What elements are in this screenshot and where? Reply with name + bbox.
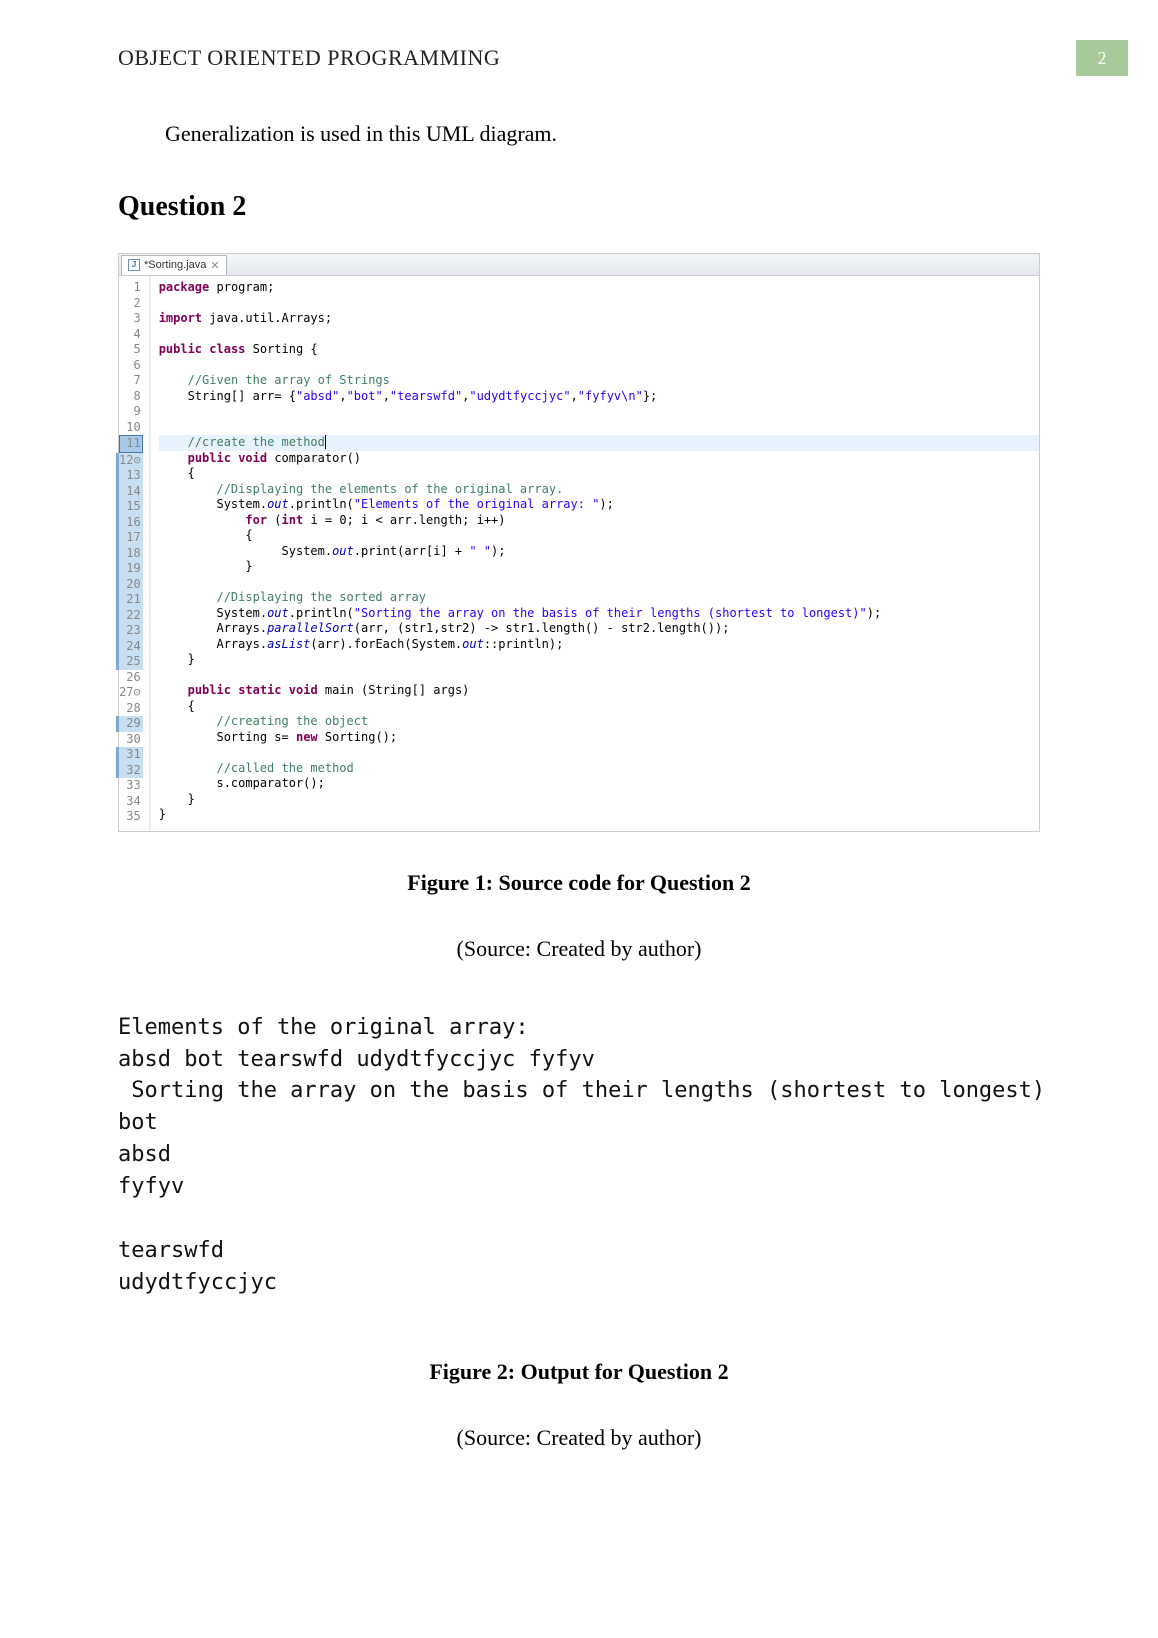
code-line: } xyxy=(159,807,1039,823)
line-number: 32 xyxy=(116,763,143,779)
line-number: 17 xyxy=(116,530,143,546)
code-line: { xyxy=(159,699,1039,715)
line-number: 3 xyxy=(119,311,143,327)
line-number: 22 xyxy=(116,608,143,624)
code-line: } xyxy=(159,792,1039,808)
code-line: String[] arr= {"absd","bot","tearswfd","… xyxy=(159,389,1039,405)
code-line xyxy=(159,420,1039,436)
line-number: 19 xyxy=(116,561,143,577)
code-line: Sorting s= new Sorting(); xyxy=(159,730,1039,746)
code-line: package program; xyxy=(159,280,1039,296)
code-line: System.out.println("Elements of the orig… xyxy=(159,497,1039,513)
code-line: public class Sorting { xyxy=(159,342,1039,358)
code-line: Arrays.asList(arr).forEach(System.out::p… xyxy=(159,637,1039,653)
code-line: //Given the array of Strings xyxy=(159,373,1039,389)
code-line xyxy=(159,358,1039,374)
line-number: 25 xyxy=(116,654,143,670)
header-title: OBJECT ORIENTED PROGRAMMING xyxy=(118,45,500,71)
line-number: 5 xyxy=(119,342,143,358)
code-line: //Displaying the sorted array xyxy=(159,590,1039,606)
line-number: 4 xyxy=(119,327,143,343)
code-area: 123456789101112⊝131415161718192021222324… xyxy=(119,276,1039,831)
code-line: public static void main (String[] args) xyxy=(159,683,1039,699)
code-line xyxy=(159,296,1039,312)
line-number: 14 xyxy=(116,484,143,500)
line-number: 35 xyxy=(119,809,143,825)
line-number: 21 xyxy=(116,592,143,608)
editor-tab-bar: J *Sorting.java ✕ xyxy=(119,254,1039,276)
body-paragraph: Generalization is used in this UML diagr… xyxy=(165,116,1040,151)
code-line: //Displaying the elements of the origina… xyxy=(159,482,1039,498)
code-line: s.comparator(); xyxy=(159,776,1039,792)
line-number: 13 xyxy=(116,468,143,484)
line-number: 33 xyxy=(119,778,143,794)
line-number: 12⊝ xyxy=(116,453,143,469)
figure2-source: (Source: Created by author) xyxy=(118,1425,1040,1451)
code-line: { xyxy=(159,466,1039,482)
page-header: OBJECT ORIENTED PROGRAMMING 2 xyxy=(0,40,1158,76)
line-number: 7 xyxy=(119,373,143,389)
line-number: 28 xyxy=(119,701,143,717)
code-line: //create the method xyxy=(159,435,1039,451)
line-number: 34 xyxy=(119,794,143,810)
editor-tab[interactable]: J *Sorting.java ✕ xyxy=(121,255,227,275)
line-number: 18 xyxy=(116,546,143,562)
code-line xyxy=(159,745,1039,761)
line-number: 6 xyxy=(119,358,143,374)
code-line: System.out.println("Sorting the array on… xyxy=(159,606,1039,622)
code-line: //creating the object xyxy=(159,714,1039,730)
code-line xyxy=(159,404,1039,420)
code-line: //called the method xyxy=(159,761,1039,777)
line-number: 10 xyxy=(119,420,143,436)
code-line: System.out.print(arr[i] + " "); xyxy=(159,544,1039,560)
ide-screenshot: J *Sorting.java ✕ 123456789101112⊝131415… xyxy=(118,253,1040,832)
line-number: 9 xyxy=(119,404,143,420)
code-line xyxy=(159,327,1039,343)
line-number: 11 xyxy=(119,435,143,453)
line-number: 2 xyxy=(119,296,143,312)
line-number: 15 xyxy=(116,499,143,515)
figure1-caption: Figure 1: Source code for Question 2 xyxy=(118,870,1040,896)
code-line xyxy=(159,668,1039,684)
java-file-icon: J xyxy=(128,259,140,271)
code-line: { xyxy=(159,528,1039,544)
line-number: 26 xyxy=(119,670,143,686)
line-number: 16 xyxy=(116,515,143,531)
code-line xyxy=(159,575,1039,591)
close-icon[interactable]: ✕ xyxy=(210,259,219,272)
line-number: 23 xyxy=(116,623,143,639)
line-number: 30 xyxy=(119,732,143,748)
figure1-source: (Source: Created by author) xyxy=(118,936,1040,962)
line-number: 31 xyxy=(116,747,143,763)
tab-label: *Sorting.java xyxy=(144,259,206,271)
code-lines[interactable]: package program; import java.util.Arrays… xyxy=(151,276,1039,831)
figure2-caption: Figure 2: Output for Question 2 xyxy=(118,1359,1040,1385)
code-line: Arrays.parallelSort(arr, (str1,str2) -> … xyxy=(159,621,1039,637)
code-line: public void comparator() xyxy=(159,451,1039,467)
code-line: for (int i = 0; i < arr.length; i++) xyxy=(159,513,1039,529)
line-number-gutter: 123456789101112⊝131415161718192021222324… xyxy=(119,276,151,831)
code-line: import java.util.Arrays; xyxy=(159,311,1039,327)
line-number: 27⊝ xyxy=(119,685,143,701)
page-number-badge: 2 xyxy=(1076,40,1128,76)
code-line: } xyxy=(159,652,1039,668)
line-number: 8 xyxy=(119,389,143,405)
code-line: } xyxy=(159,559,1039,575)
line-number: 24 xyxy=(116,639,143,655)
line-number: 29 xyxy=(116,716,143,732)
console-output: Elements of the original array: absd bot… xyxy=(118,1012,1040,1299)
question-heading: Question 2 xyxy=(118,191,1040,223)
line-number: 1 xyxy=(119,280,143,296)
line-number: 20 xyxy=(116,577,143,593)
